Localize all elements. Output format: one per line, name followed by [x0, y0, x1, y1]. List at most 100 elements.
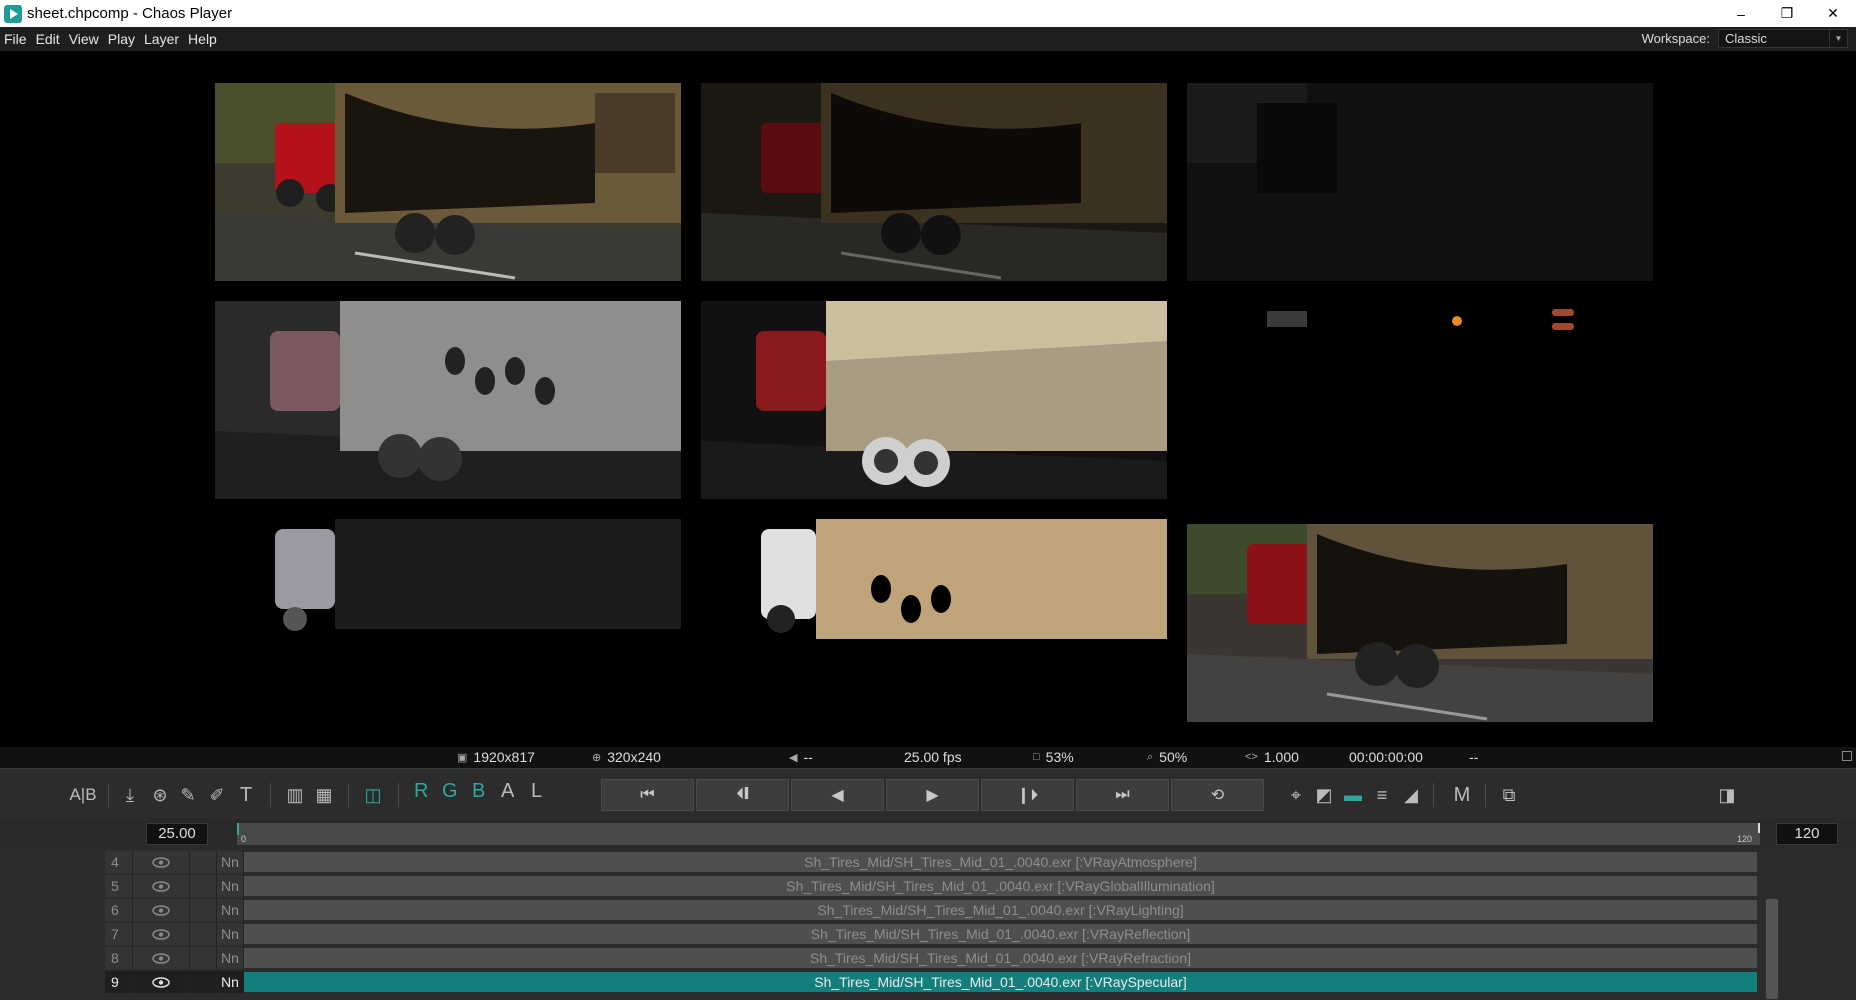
go-to-start-button[interactable]: ⏮ [601, 779, 694, 811]
layer-name[interactable]: Sh_Tires_Mid/SH_Tires_Mid_01_.0040.exr [… [244, 948, 1757, 968]
tile-atmosphere[interactable] [1187, 83, 1653, 281]
layer-number: 5 [105, 875, 133, 897]
layer-name[interactable]: Sh_Tires_Mid/SH_Tires_Mid_01_.0040.exr [… [244, 852, 1757, 872]
blend-mode[interactable]: Nn [217, 971, 244, 993]
timeline-marker-icon[interactable]: ▬ [1341, 782, 1365, 808]
step-back-icon: ⏴❙ [736, 786, 749, 803]
layer-row[interactable]: 6 Nn Sh_Tires_Mid/SH_Tires_Mid_01_.0040.… [105, 899, 1757, 921]
blend-mode[interactable]: Nn [217, 947, 244, 969]
restore-button[interactable]: ❐ [1764, 0, 1810, 27]
download-icon[interactable]: ⤓ [118, 782, 142, 808]
side-panel-icon[interactable]: ◨ [1715, 782, 1739, 808]
tile-beauty[interactable] [1187, 524, 1653, 722]
layer-row-selected[interactable]: 9 Nn Sh_Tires_Mid/SH_Tires_Mid_01_.0040.… [105, 971, 1757, 993]
lock-toggle[interactable] [190, 875, 217, 897]
channel-luminance-button[interactable]: L [531, 780, 542, 803]
layers-scrollbar[interactable] [1766, 899, 1778, 999]
checker-icon[interactable]: ◩ [1312, 782, 1336, 808]
chaos-player-icon [4, 4, 22, 23]
blend-mode[interactable]: Nn [217, 923, 244, 945]
layer-row[interactable]: 7 Nn Sh_Tires_Mid/SH_Tires_Mid_01_.0040.… [105, 923, 1757, 945]
layer-name[interactable]: Sh_Tires_Mid/SH_Tires_Mid_01_.0040.exr [… [244, 876, 1757, 896]
play-reverse-button[interactable]: ◀ [791, 779, 884, 811]
levels-icon[interactable]: ≡ [1370, 782, 1394, 808]
layer-row[interactable]: 4 Nn Sh_Tires_Mid/SH_Tires_Mid_01_.0040.… [105, 851, 1757, 873]
image-viewer[interactable] [0, 51, 1856, 747]
channel-red-button[interactable]: R [414, 780, 428, 803]
menu-view[interactable]: View [65, 31, 104, 47]
pencil-icon[interactable]: ✎ [176, 782, 200, 808]
compare-layout-icon[interactable]: ⧉ [1497, 782, 1521, 808]
play-button[interactable]: ▶ [886, 779, 979, 811]
blend-mode[interactable]: Nn [217, 851, 244, 873]
tile-lighting[interactable] [701, 301, 1167, 499]
eye-icon[interactable] [133, 923, 190, 945]
brush-icon[interactable]: ✐ [205, 782, 229, 808]
blend-mode[interactable]: Nn [217, 899, 244, 921]
layer-name[interactable]: Sh_Tires_Mid/SH_Tires_Mid_01_.0040.exr [… [244, 900, 1757, 920]
eye-icon[interactable] [133, 971, 190, 993]
tile-refraction[interactable] [215, 519, 681, 717]
menu-bar: File Edit View Play Layer Help Workspace… [0, 27, 1856, 51]
split-view-icon[interactable]: ◫ [360, 782, 386, 808]
tile-gi[interactable] [701, 83, 1167, 281]
start-frame-label: 0 [241, 834, 247, 844]
layer-name[interactable]: Sh_Tires_Mid/SH_Tires_Mid_01_.0040.exr [… [244, 924, 1757, 944]
playhead[interactable] [237, 823, 239, 835]
channel-green-button[interactable]: G [442, 780, 458, 803]
step-back-button[interactable]: ⏴❙ [696, 779, 789, 811]
layer-number: 6 [105, 899, 133, 921]
chevron-down-icon: ▼ [1829, 30, 1847, 47]
viewport-value: 320x240 [607, 749, 661, 765]
tile-composite[interactable] [215, 83, 681, 281]
layer-row[interactable]: 5 Nn Sh_Tires_Mid/SH_Tires_Mid_01_.0040.… [105, 875, 1757, 897]
loop-button[interactable]: ⟲ [1171, 779, 1264, 811]
tile-specular[interactable] [701, 519, 1167, 717]
text-tool-button[interactable]: T [234, 782, 258, 808]
metadata-button[interactable]: M [1449, 782, 1475, 808]
layer-row[interactable]: 8 Nn Sh_Tires_Mid/SH_Tires_Mid_01_.0040.… [105, 947, 1757, 969]
tile-self-illumination[interactable] [1187, 301, 1653, 499]
lock-toggle[interactable] [190, 947, 217, 969]
go-to-end-button[interactable]: ⏭ [1076, 779, 1169, 811]
step-forward-icon: ❙⏵ [1016, 787, 1039, 804]
window-title: sheet.chpcomp - Chaos Player [27, 5, 233, 22]
channel-blue-button[interactable]: B [472, 780, 485, 803]
eye-icon[interactable] [133, 947, 190, 969]
workspace-dropdown[interactable]: Classic ▼ [1718, 29, 1848, 48]
metadata-label: M [1453, 783, 1471, 806]
lock-toggle[interactable] [190, 923, 217, 945]
blend-mode[interactable]: Nn [217, 875, 244, 897]
menu-file[interactable]: File [0, 31, 32, 47]
color-wheel-icon[interactable]: ⊛ [148, 782, 172, 808]
gradient-ramp-icon[interactable]: ◢ [1399, 782, 1423, 808]
step-forward-button[interactable]: ❙⏵ [981, 779, 1074, 811]
layer-name[interactable]: Sh_Tires_Mid/SH_Tires_Mid_01_.0040.exr [… [244, 972, 1757, 992]
channel-alpha-button[interactable]: A [501, 780, 514, 803]
minimize-button[interactable]: – [1718, 0, 1764, 27]
menu-play[interactable]: Play [104, 31, 140, 47]
aspect-readout: <> 1.000 [1245, 749, 1299, 765]
eye-icon[interactable] [133, 875, 190, 897]
grid-layout-icon[interactable]: ▦ [312, 782, 336, 808]
close-button[interactable]: ✕ [1810, 0, 1856, 27]
ab-compare-button[interactable]: A|B [68, 782, 98, 808]
lock-toggle[interactable] [190, 851, 217, 873]
film-strip-icon[interactable]: ▥ [283, 782, 307, 808]
timeline-track[interactable]: 0 120 [237, 823, 1760, 845]
menu-layer[interactable]: Layer [140, 31, 184, 47]
fullscreen-icon[interactable] [1842, 751, 1852, 761]
lock-toggle[interactable] [190, 971, 217, 993]
safe-area-icon[interactable]: ⌖ [1284, 782, 1308, 808]
eye-icon[interactable] [133, 899, 190, 921]
cache-readout: □ 53% [1033, 749, 1074, 765]
menu-edit[interactable]: Edit [32, 31, 65, 47]
lock-toggle[interactable] [190, 899, 217, 921]
fps-input[interactable]: 25.00 [146, 823, 208, 845]
menu-help[interactable]: Help [184, 31, 222, 47]
eye-icon[interactable] [133, 851, 190, 873]
fps-readout: 25.00 fps [904, 749, 962, 765]
tile-reflection[interactable] [215, 301, 681, 499]
end-marker[interactable] [1758, 823, 1760, 833]
end-frame-input[interactable]: 120 [1776, 823, 1838, 845]
